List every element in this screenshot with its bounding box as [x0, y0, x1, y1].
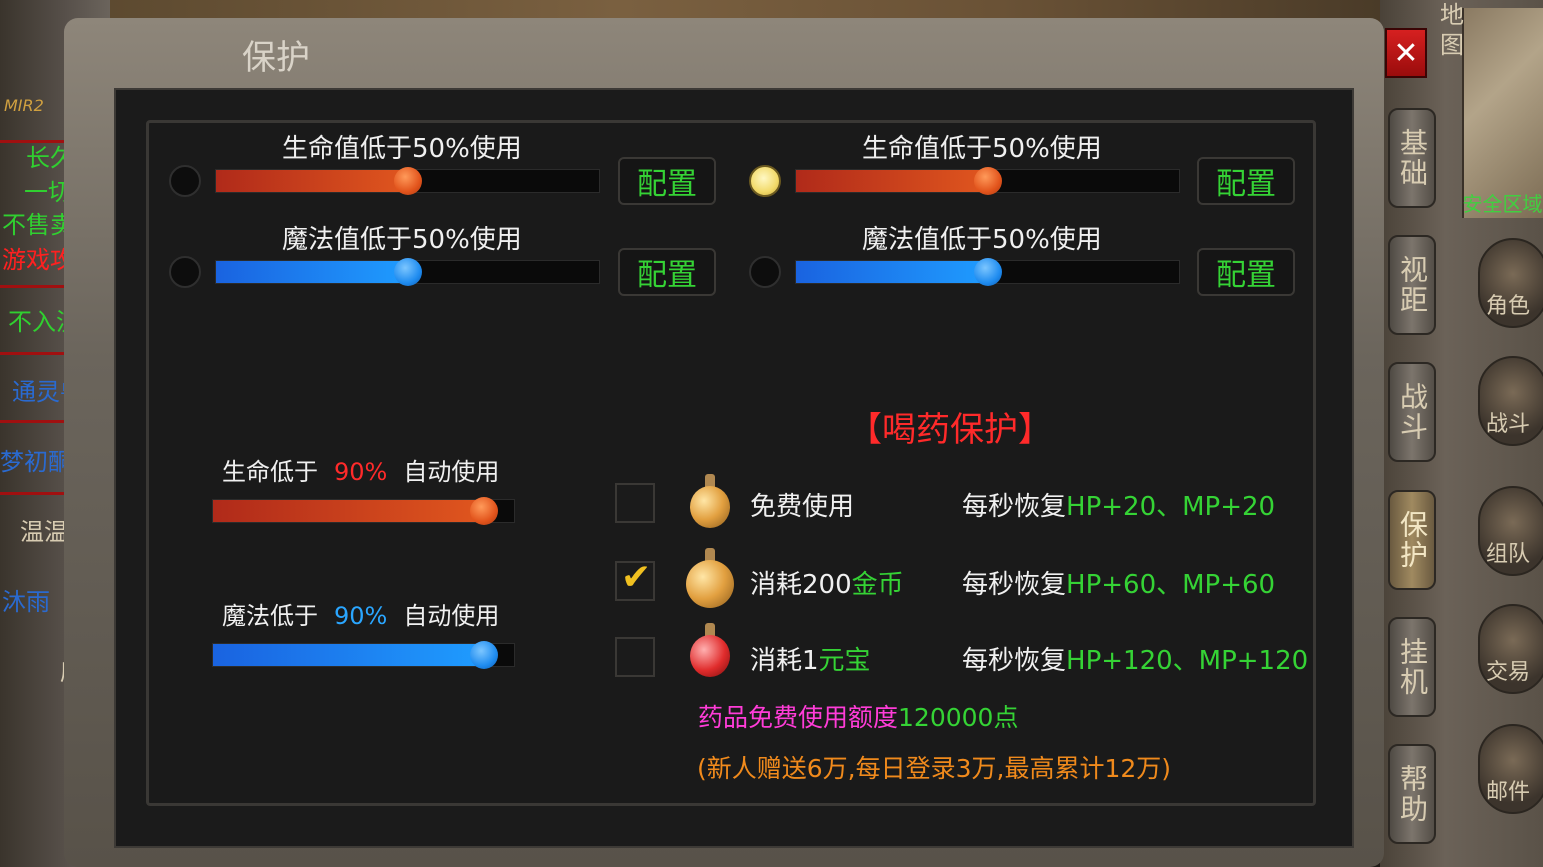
mp-radio-left[interactable] [169, 256, 201, 288]
slider-knob[interactable] [973, 167, 1002, 195]
mail-button[interactable]: 邮件 [1478, 724, 1543, 814]
cost-unit: 金币 [851, 570, 904, 600]
bg-text: 温温 [20, 518, 68, 546]
hp-radio-right[interactable] [749, 165, 781, 197]
restore-text: 每秒恢复HP+20、MP+20 [962, 486, 1275, 523]
config-button-hp-left[interactable]: 配置 [618, 157, 716, 205]
round-button-label: 战斗 [1486, 412, 1531, 437]
game-screen: MIR2 长久 一切 不售卖 游戏攻略 不入流 通灵兽 梦初酮 温温 沐雨 庞 … [0, 0, 1543, 867]
auto-mp-slider[interactable] [212, 641, 515, 669]
map-label-top: 地图 [1440, 1, 1464, 59]
auto-hp-percent: 90% [334, 458, 388, 486]
auto-mp-slider-fill [213, 644, 484, 666]
gold-potion-icon [684, 548, 736, 610]
mp-radio-right[interactable] [749, 256, 781, 288]
close-button[interactable]: ✕ [1385, 28, 1427, 78]
round-button-label: 邮件 [1486, 780, 1531, 805]
side-tab-label: 战斗 [1396, 382, 1429, 442]
auto-mp-prefix: 魔法低于 [222, 602, 318, 630]
hp-slider-fill [796, 170, 988, 192]
side-tab-label: 视距 [1396, 255, 1429, 315]
mp-slider-fill [796, 261, 988, 283]
auto-mp-label: 魔法低于 90% 自动使用 [222, 596, 499, 631]
side-tab-label: 挂机 [1396, 637, 1429, 697]
config-button-mp-right[interactable]: 配置 [1197, 248, 1295, 296]
bg-text: 沐雨 [2, 588, 50, 616]
bg-text: 梦初酮 [0, 448, 72, 476]
mp-slider-left[interactable] [215, 258, 600, 286]
gold-cost-label: 消耗200金币 [750, 564, 904, 601]
hp-threshold-label: 生命值低于50%使用 [862, 134, 1102, 164]
slider-knob[interactable] [973, 258, 1002, 286]
free-use-label: 免费使用 [750, 486, 854, 523]
cost-text: 消耗200 [750, 570, 852, 600]
hp-slider-left[interactable] [215, 167, 600, 195]
item-checkbox-gold[interactable]: ✔ [615, 557, 655, 601]
side-tab-combat[interactable]: 战斗 [1388, 362, 1436, 462]
side-tab-view[interactable]: 视距 [1388, 235, 1436, 335]
restore-value: HP+20、MP+20 [1066, 492, 1276, 522]
mp-threshold-label: 魔法值低于50%使用 [282, 225, 522, 255]
round-button-label: 组队 [1486, 542, 1531, 567]
round-button-label: 角色 [1486, 294, 1531, 319]
restore-prefix: 每秒恢复 [962, 570, 1067, 600]
mp-slider-right[interactable] [795, 258, 1180, 286]
auto-mp-percent: 90% [334, 602, 388, 630]
hp-radio-left[interactable] [169, 165, 201, 197]
free-quota-text: 药品免费使用额度120000点 [698, 698, 1018, 734]
cost-text: 消耗1 [750, 646, 819, 676]
window-title: 保护 [242, 38, 310, 78]
restore-value: HP+60、MP+60 [1066, 570, 1276, 600]
config-button-mp-left[interactable]: 配置 [618, 248, 716, 296]
restore-text: 每秒恢复HP+60、MP+60 [962, 564, 1275, 601]
hp-threshold-label: 生命值低于50%使用 [282, 134, 522, 164]
auto-hp-label: 生命低于 90% 自动使用 [222, 452, 499, 487]
side-tab-idle[interactable]: 挂机 [1388, 617, 1436, 717]
restore-text: 每秒恢复HP+120、MP+120 [962, 640, 1308, 677]
minimap[interactable] [1462, 8, 1543, 218]
team-button[interactable]: 组队 [1478, 486, 1543, 576]
round-button-label: 交易 [1486, 660, 1531, 685]
yuanbao-cost-label: 消耗1元宝 [750, 640, 871, 677]
combat-button[interactable]: 战斗 [1478, 356, 1543, 446]
quota-note: (新人赠送6万,每日登录3万,最高累计12万) [697, 754, 1172, 783]
gold-potion-icon [688, 474, 732, 530]
restore-value: HP+120、MP+120 [1066, 646, 1309, 676]
drink-protect-title: 【喝药保护】 [848, 410, 1052, 450]
logo-text: MIR2 [4, 96, 44, 115]
trade-button[interactable]: 交易 [1478, 604, 1543, 694]
cost-text: 免费使用 [750, 492, 855, 522]
side-tab-label: 保护 [1396, 510, 1429, 570]
mp-threshold-label: 魔法值低于50%使用 [862, 225, 1102, 255]
quota-prefix: 药品免费使用额度 [698, 703, 899, 732]
side-tab-basic[interactable]: 基础 [1388, 108, 1436, 208]
side-tab-help[interactable]: 帮助 [1388, 744, 1436, 844]
slider-knob[interactable] [469, 497, 498, 525]
auto-hp-slider-fill [213, 500, 484, 522]
auto-hp-suffix: 自动使用 [403, 458, 500, 486]
restore-prefix: 每秒恢复 [962, 646, 1067, 676]
red-potion-icon [688, 623, 732, 679]
item-checkbox-free[interactable] [615, 483, 655, 523]
role-button[interactable]: 角色 [1478, 238, 1543, 328]
checkmark-icon: ✔ [621, 557, 652, 598]
slider-knob[interactable] [393, 258, 422, 286]
slider-knob[interactable] [469, 641, 498, 669]
item-checkbox-yuanbao[interactable] [615, 637, 655, 677]
auto-hp-prefix: 生命低于 [222, 458, 318, 486]
mp-slider-fill [216, 261, 408, 283]
auto-mp-suffix: 自动使用 [403, 602, 500, 630]
side-tab-protect[interactable]: 保护 [1388, 490, 1436, 590]
side-tab-label: 基础 [1396, 128, 1429, 188]
side-tab-label: 帮助 [1396, 764, 1429, 824]
quota-value: 120000点 [898, 703, 1019, 732]
config-button-hp-right[interactable]: 配置 [1197, 157, 1295, 205]
auto-hp-slider[interactable] [212, 497, 515, 525]
cost-unit: 元宝 [818, 646, 871, 676]
restore-prefix: 每秒恢复 [962, 492, 1067, 522]
hp-slider-fill [216, 170, 408, 192]
hp-slider-right[interactable] [795, 167, 1180, 195]
slider-knob[interactable] [393, 167, 422, 195]
safe-zone-label: 安全区域 [1462, 192, 1543, 216]
